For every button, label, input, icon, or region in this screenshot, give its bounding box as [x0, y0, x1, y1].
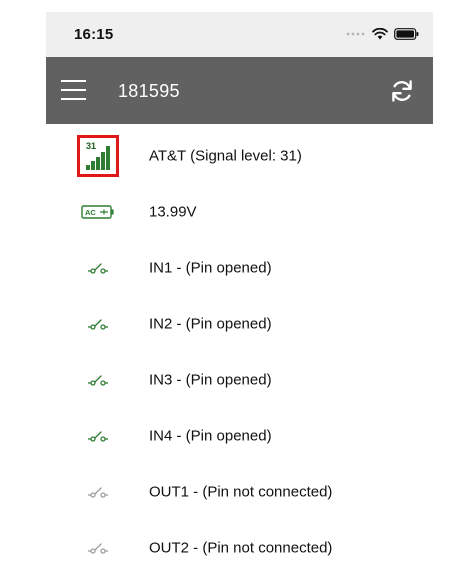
ac-text: AC	[85, 208, 96, 217]
row-icon	[76, 302, 120, 346]
row-label: AT&T (Signal level: 31)	[149, 147, 302, 165]
app-bar: 181595	[46, 57, 433, 124]
row-icon	[76, 414, 120, 458]
row-label: OUT1 - (Pin not connected)	[149, 483, 333, 501]
switch-open-icon	[88, 431, 108, 442]
status-list: 31 AT&T (Signal level: 31) AC 13.99V IN1…	[46, 128, 433, 573]
list-item-in3[interactable]: IN3 - (Pin opened)	[46, 352, 433, 408]
row-icon	[76, 358, 120, 402]
switch-open-icon	[88, 319, 108, 330]
signal-highlight-box: 31	[77, 135, 119, 177]
row-icon	[76, 246, 120, 290]
list-item-in4[interactable]: IN4 - (Pin opened)	[46, 408, 433, 464]
phone-screen: 16:15 181595 31 AT&T (Signal level: 31) …	[46, 12, 433, 573]
list-item-power[interactable]: AC 13.99V	[46, 184, 433, 240]
row-label: IN1 - (Pin opened)	[149, 259, 272, 277]
menu-button[interactable]	[60, 77, 88, 103]
switch-disconnected-icon	[88, 487, 108, 498]
list-item-out2[interactable]: OUT2 - (Pin not connected)	[46, 520, 433, 573]
ac-power-icon: AC	[81, 205, 114, 219]
page-title: 181595	[118, 81, 180, 101]
signal-strength-icon	[86, 146, 110, 170]
refresh-button[interactable]	[389, 78, 415, 104]
list-item-in1[interactable]: IN1 - (Pin opened)	[46, 240, 433, 296]
switch-open-icon	[88, 263, 108, 274]
row-icon: AC	[76, 190, 120, 234]
signal-dots-icon	[346, 32, 365, 36]
wifi-icon	[372, 28, 388, 40]
row-label: 13.99V	[149, 203, 197, 221]
row-icon	[76, 470, 120, 514]
list-item-signal[interactable]: 31 AT&T (Signal level: 31)	[46, 128, 433, 184]
refresh-icon	[392, 80, 412, 102]
row-label: IN4 - (Pin opened)	[149, 427, 272, 445]
row-label: IN3 - (Pin opened)	[149, 371, 272, 389]
switch-open-icon	[88, 375, 108, 386]
battery-icon	[394, 28, 419, 40]
row-icon: 31	[76, 134, 120, 178]
status-icons	[346, 26, 419, 42]
hamburger-menu-icon	[61, 80, 86, 100]
row-icon	[76, 526, 120, 570]
list-item-in2[interactable]: IN2 - (Pin opened)	[46, 296, 433, 352]
row-label: IN2 - (Pin opened)	[149, 315, 272, 333]
status-bar: 16:15	[46, 12, 433, 57]
status-time: 16:15	[74, 26, 114, 43]
switch-disconnected-icon	[88, 543, 108, 554]
row-label: OUT2 - (Pin not connected)	[149, 539, 333, 557]
list-item-out1[interactable]: OUT1 - (Pin not connected)	[46, 464, 433, 520]
